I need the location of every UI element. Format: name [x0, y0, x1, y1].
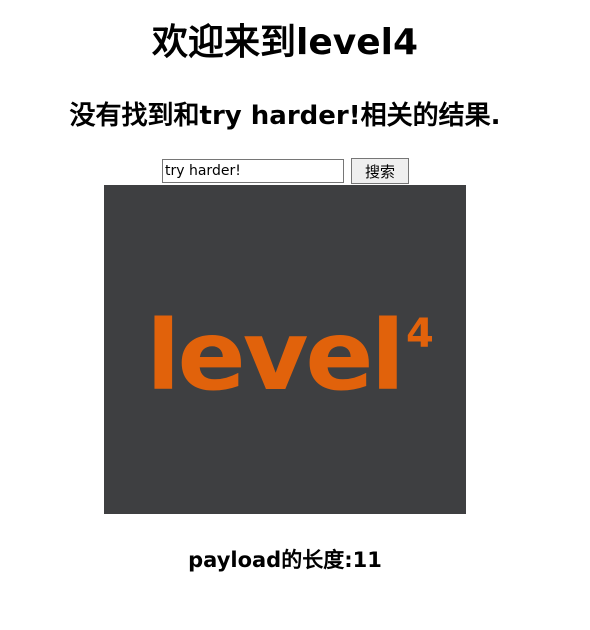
logo-superscript: 4 — [406, 311, 434, 357]
search-button[interactable]: 搜索 — [351, 158, 409, 184]
level4-logo: level 4 — [146, 300, 434, 412]
level4-logo-image: level 4 — [104, 185, 466, 514]
logo-wordmark: level — [146, 300, 402, 412]
payload-length: payload的长度:11 — [188, 548, 382, 572]
page-title: 欢迎来到level4 — [151, 22, 419, 63]
search-form: 搜索 — [162, 158, 409, 184]
page: 欢迎来到level4 没有找到和try harder!相关的结果. 搜索 lev… — [0, 0, 590, 630]
search-input[interactable] — [162, 159, 344, 183]
search-result-message: 没有找到和try harder!相关的结果. — [69, 101, 501, 131]
